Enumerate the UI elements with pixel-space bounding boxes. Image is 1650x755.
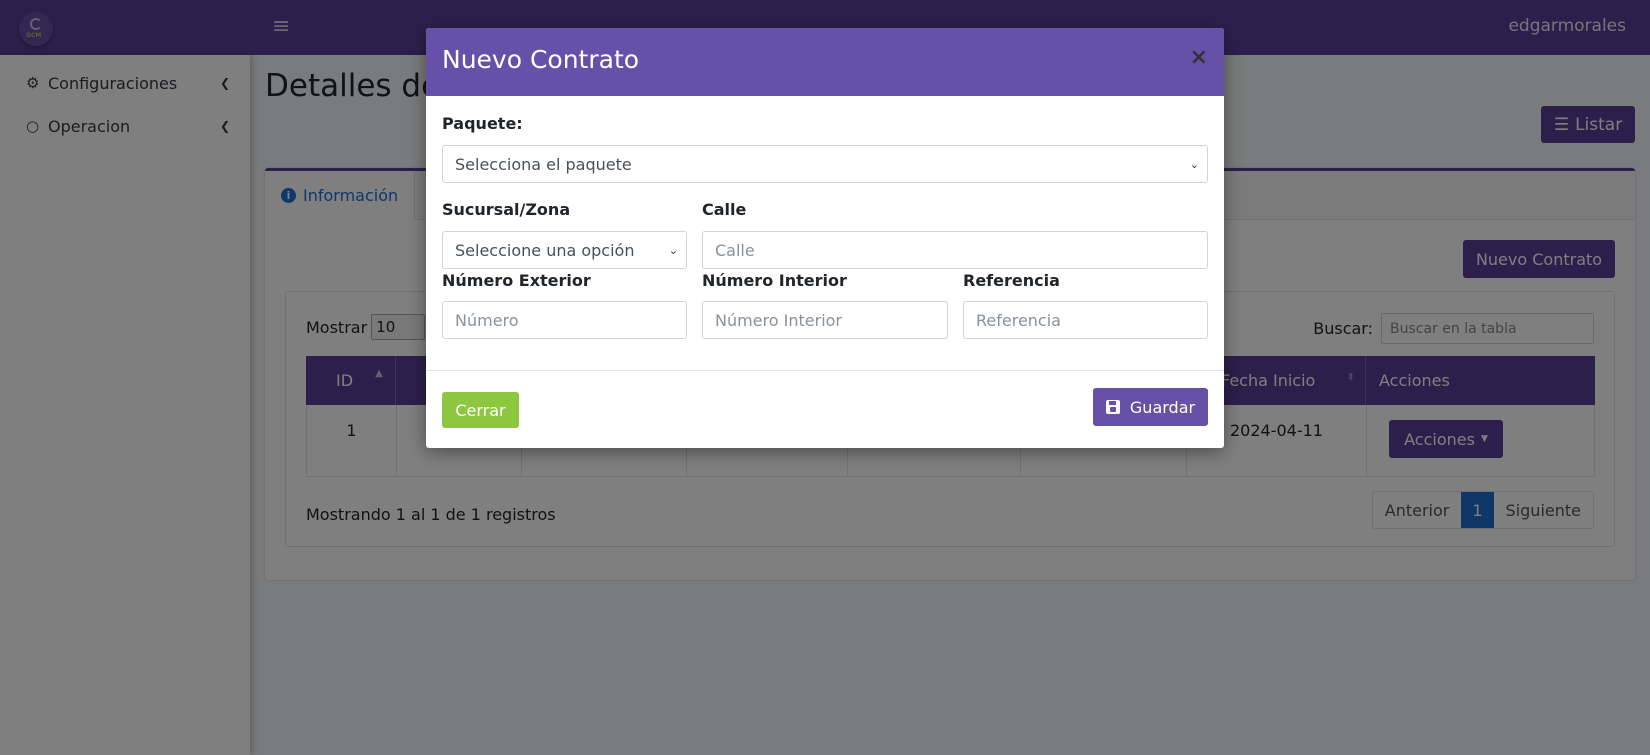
modal-footer-divider [426, 370, 1224, 371]
paquete-select[interactable]: Selecciona el paquete ⌄ [442, 145, 1208, 183]
numero-exterior-label: Número Exterior [442, 271, 591, 290]
calle-input[interactable]: Calle [702, 231, 1208, 269]
nuevo-contrato-modal: Nuevo Contrato × Paquete: Selecciona el … [426, 28, 1224, 448]
numero-interior-label: Número Interior [702, 271, 847, 290]
cerrar-button[interactable]: Cerrar [442, 392, 519, 428]
save-icon [1105, 400, 1120, 414]
sucursal-select[interactable]: Seleccione una opción ⌄ [442, 231, 687, 269]
calle-label: Calle [702, 200, 747, 219]
guardar-label: Guardar [1129, 397, 1196, 417]
close-icon[interactable]: × [1190, 45, 1208, 70]
numero-interior-input[interactable]: Número Interior [702, 301, 948, 339]
chevron-down-icon: ⌄ [1189, 157, 1199, 171]
chevron-down-icon: ⌄ [668, 243, 678, 257]
sucursal-select-value: Seleccione una opción [455, 240, 635, 260]
referencia-input[interactable]: Referencia [963, 301, 1208, 339]
sucursal-label: Sucursal/Zona [442, 200, 571, 219]
numero-exterior-input[interactable]: Número [442, 301, 687, 339]
modal-header: Nuevo Contrato × [426, 28, 1224, 96]
referencia-label: Referencia [963, 271, 1060, 290]
guardar-button[interactable]: Guardar [1093, 388, 1208, 426]
modal-title: Nuevo Contrato [442, 45, 640, 74]
paquete-select-value: Selecciona el paquete [455, 154, 632, 174]
paquete-label: Paquete: [442, 114, 523, 133]
